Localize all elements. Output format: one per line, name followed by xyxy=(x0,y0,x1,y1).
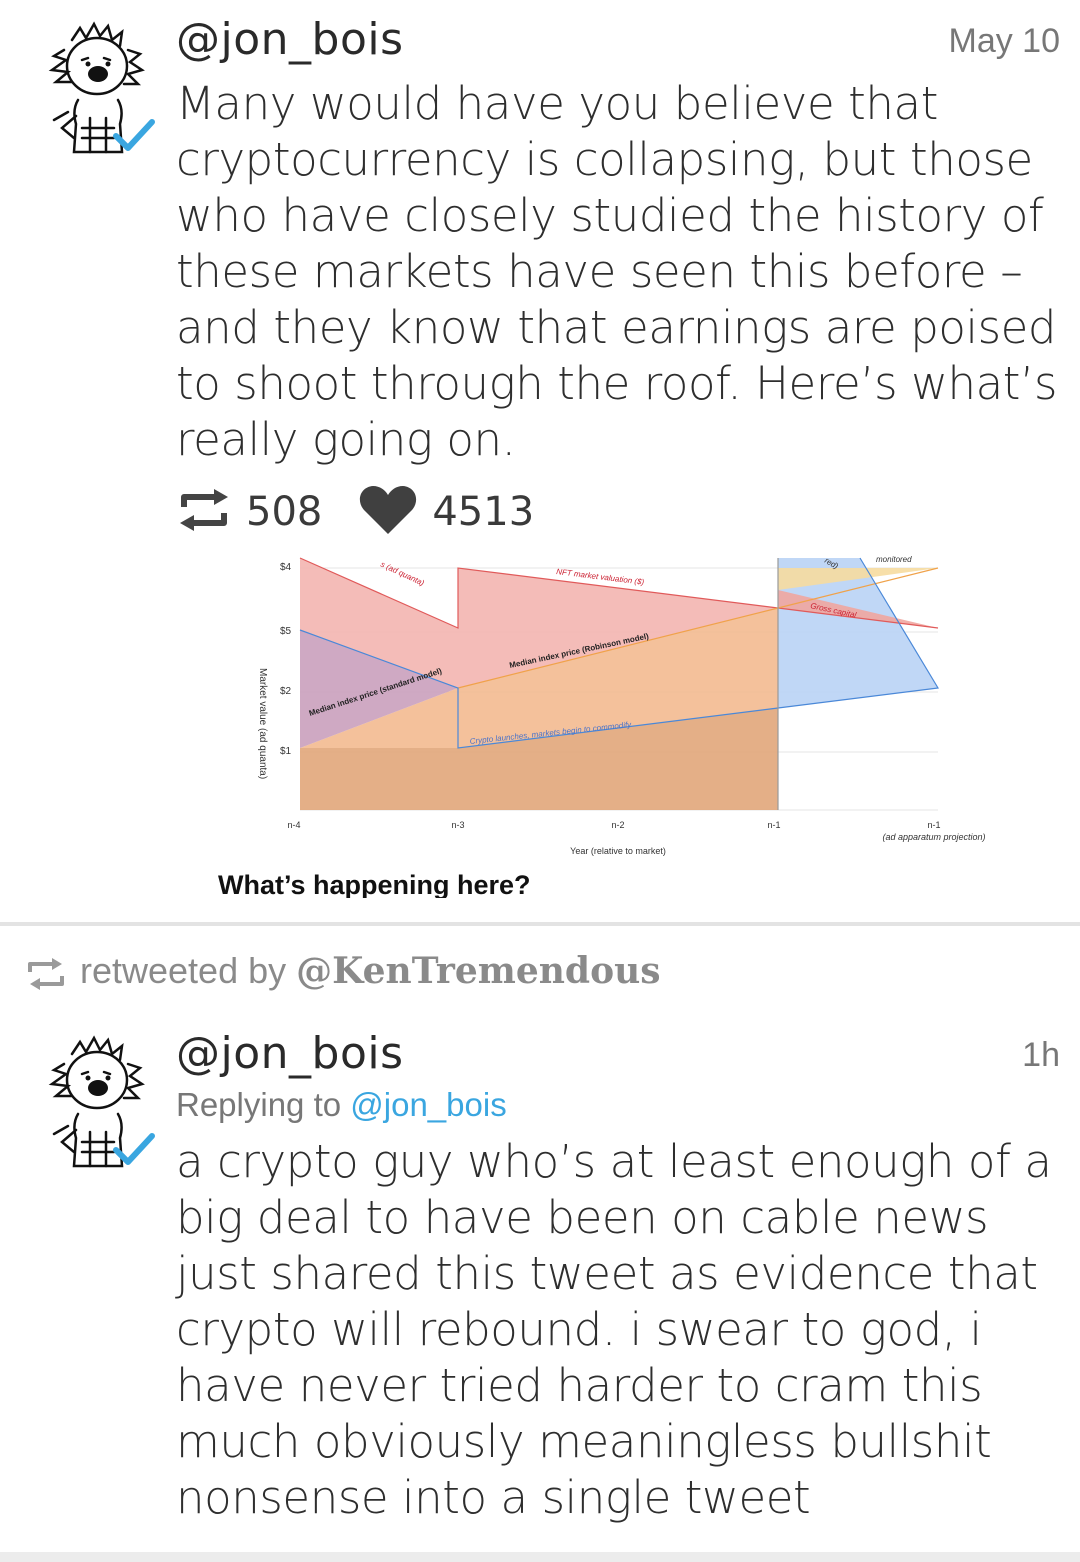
heart-icon[interactable] xyxy=(358,484,418,541)
y-tick: $4 xyxy=(280,562,292,573)
author-handle[interactable]: @jon_bois xyxy=(176,1028,404,1079)
x-tick-note: (ad apparatum projection) xyxy=(882,832,985,842)
annotation-ad-quanta: s (ad quanta) xyxy=(379,560,426,588)
y-tick: $1 xyxy=(280,746,292,757)
tweet-text: Many would have you believe that cryptoc… xyxy=(176,77,1057,466)
replying-to-handle[interactable]: @jon_bois xyxy=(350,1086,506,1123)
x-tick: n-1 xyxy=(927,820,940,830)
annotation-monitored: monitored xyxy=(876,555,912,564)
retweeted-by-text: retweeted by @KenTremendous xyxy=(80,950,661,992)
lower-brown xyxy=(300,748,458,810)
retweet-icon[interactable] xyxy=(176,487,232,538)
x-tick: n-3 xyxy=(451,820,464,830)
y-tick: $2 xyxy=(280,686,292,697)
retweeter-handle[interactable]: @KenTremendous xyxy=(296,950,660,992)
x-tick: n-1 xyxy=(767,820,780,830)
x-tick: n-4 xyxy=(287,820,300,830)
retweet-icon xyxy=(28,958,64,990)
x-tick: n-2 xyxy=(611,820,624,830)
tweet-timestamp: May 10 xyxy=(948,22,1061,60)
retweeted-by-prefix: retweeted by xyxy=(80,950,297,991)
chart-graphic: Market value (ad quanta) $4 $5 $2 $1 s (… xyxy=(257,555,986,856)
replying-to: Replying to @jon_bois xyxy=(176,1086,507,1124)
verified-check-icon xyxy=(113,119,155,151)
tweet-2[interactable]: @jon_bois 1h Replying to @jon_bois a cry… xyxy=(0,1014,1080,1562)
embedded-chart-image[interactable]: Market value (ad quanta) $4 $5 $2 $1 s (… xyxy=(220,548,1000,892)
tweet-1[interactable]: @jon_bois May 10 Many would have you bel… xyxy=(0,0,1080,922)
tweet-timestamp: 1h xyxy=(1022,1036,1060,1074)
y-tick: $5 xyxy=(280,626,292,637)
verified-check-icon xyxy=(113,1133,155,1165)
author-handle[interactable]: @jon_bois xyxy=(176,14,404,65)
tweet-stats: 508 4513 xyxy=(176,482,570,542)
chart-ylabel: Market value (ad quanta) xyxy=(257,668,268,779)
tweet-text: a crypto guy who’s at least enough of a … xyxy=(176,1135,1052,1524)
retweeted-by-bar[interactable]: retweeted by @KenTremendous xyxy=(0,926,1080,1014)
chart-xlabel: Year (relative to market) xyxy=(570,846,666,856)
chart-caption: What’s happening here? xyxy=(218,870,531,898)
retweet-count: 508 xyxy=(246,489,323,535)
like-count: 4513 xyxy=(432,489,535,535)
replying-prefix: Replying to xyxy=(176,1086,351,1123)
bottom-divider xyxy=(0,1552,1080,1562)
